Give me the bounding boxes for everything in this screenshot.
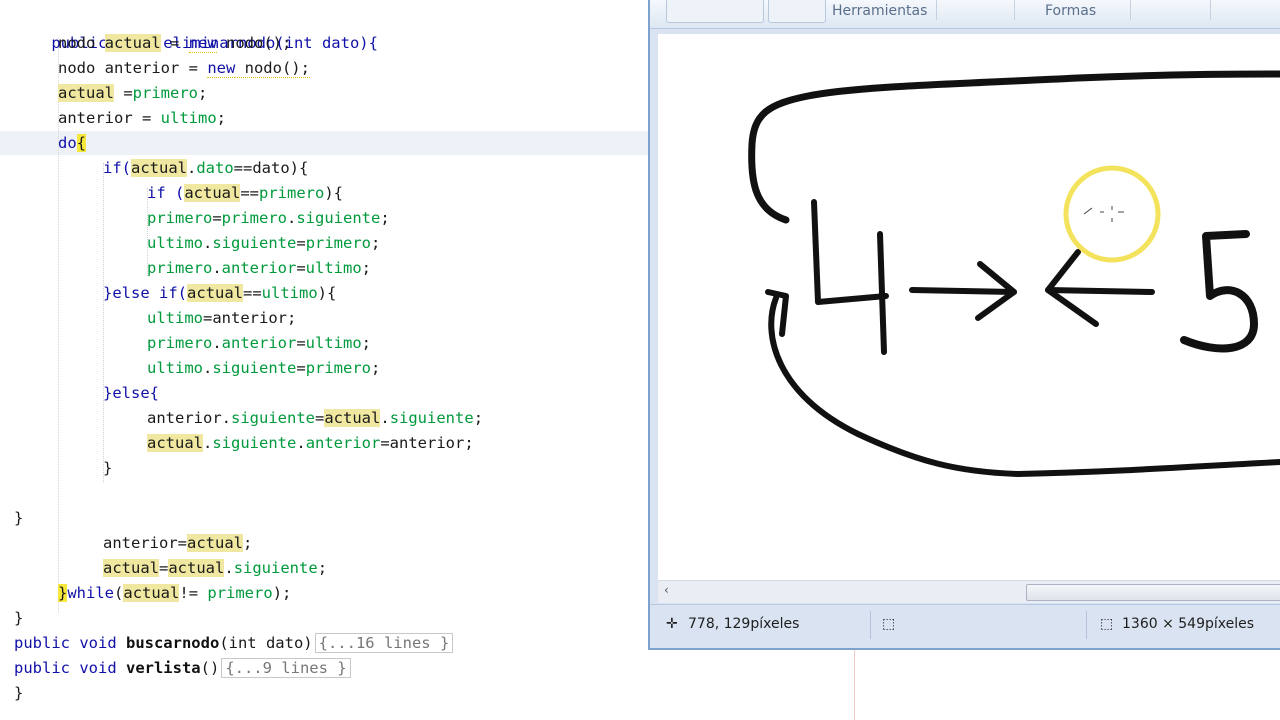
fold-marker[interactable]: {...16 lines } <box>314 633 454 653</box>
ribbon-button[interactable] <box>666 0 764 23</box>
code-line[interactable]: primero.anterior=ultimo; <box>147 331 371 356</box>
cursor-position: 778, 129píxeles <box>688 616 800 632</box>
code-line[interactable]: } <box>14 681 23 706</box>
ribbon-group-tools: Herramientas <box>832 3 928 19</box>
ribbon-button[interactable] <box>768 0 826 23</box>
left-arrow <box>1045 287 1155 295</box>
code-line[interactable]: actual =primero; <box>58 81 207 106</box>
code-line[interactable]: nodo anterior = new nodo(); <box>58 56 310 81</box>
code-line[interactable]: anterior=actual; <box>103 531 252 556</box>
code-line[interactable]: anterior = ultimo; <box>58 106 226 131</box>
code-line[interactable]: } <box>14 506 23 531</box>
code-line[interactable]: ultimo=anterior; <box>147 306 296 331</box>
code-line[interactable]: ultimo.siguiente=primero; <box>147 231 380 256</box>
loop-arrow-stroke <box>768 295 1280 477</box>
right-arrow <box>909 287 1017 295</box>
current-line-highlight <box>0 131 648 155</box>
ribbon-separator <box>1210 0 1211 20</box>
loop-arrow-stroke <box>748 70 1280 224</box>
crosshair-cursor-icon <box>1083 206 1124 222</box>
image-size: 1360 × 549píxeles <box>1122 616 1255 632</box>
ribbon-group-shapes: Formas <box>1045 3 1097 19</box>
code-line[interactable]: }while(actual!= primero); <box>58 581 291 606</box>
code-line[interactable]: primero.anterior=ultimo; <box>147 256 371 281</box>
code-line[interactable]: }else{ <box>103 381 159 406</box>
status-separator <box>870 611 871 639</box>
code-line[interactable]: }else if(actual==ultimo){ <box>103 281 336 306</box>
code-line[interactable]: actual=actual.siguiente; <box>103 556 327 581</box>
ribbon-separator <box>1130 0 1131 20</box>
code-line[interactable]: public void buscarnodo(int dato) {...16 l… <box>14 631 454 656</box>
selection-size-icon: ⬚ <box>882 616 896 632</box>
ribbon-separator <box>936 0 937 20</box>
paint-canvas[interactable] <box>658 34 1280 580</box>
code-line[interactable]: if (actual==primero){ <box>147 181 343 206</box>
code-line[interactable]: anterior.siguiente=actual.siguiente; <box>147 406 483 431</box>
paint-window: Herramientas Formas ‹ ✛ 778, 129píxeles … <box>648 0 1280 650</box>
horizontal-scrollbar[interactable]: ‹ <box>658 580 1280 603</box>
ribbon-separator <box>1014 0 1015 20</box>
code-line[interactable]: public void verlista() {...9 lines } <box>14 656 351 681</box>
code-line[interactable]: actual.siguiente.anterior=anterior; <box>147 431 474 456</box>
digit-four <box>877 231 887 355</box>
status-separator <box>1086 611 1087 639</box>
code-editor[interactable]: public void eliminarnodo(int dato){ publ… <box>0 0 648 720</box>
code-line[interactable]: } <box>14 606 23 631</box>
background-guide-line <box>854 650 855 720</box>
code-line-current[interactable]: do{ <box>58 131 87 156</box>
digit-five <box>1180 230 1258 353</box>
image-size-icon: ⬚ <box>1100 616 1114 632</box>
code-line[interactable]: public void eliminarnodo(int dato){ <box>14 6 378 52</box>
code-line[interactable]: primero=primero.siguiente; <box>147 206 390 231</box>
code-line[interactable]: ultimo.siguiente=primero; <box>147 356 380 381</box>
code-line[interactable]: nodo actual = new nodo(); <box>58 31 291 56</box>
code-line[interactable]: if(actual.dato==dato){ <box>103 156 308 181</box>
status-bar: ✛ 778, 129píxeles ⬚ ⬚ 1360 × 549píxeles <box>650 604 1280 645</box>
hand-drawing <box>748 70 1280 477</box>
digit-four <box>811 199 889 305</box>
indent-guide <box>103 163 104 483</box>
scroll-thumb[interactable] <box>1026 584 1280 601</box>
ribbon: Herramientas Formas <box>650 0 1280 29</box>
fold-marker[interactable]: {...9 lines } <box>221 658 351 678</box>
code-line[interactable]: } <box>103 456 112 481</box>
move-cursor-icon: ✛ <box>666 616 678 632</box>
cursor-highlight <box>1063 165 1161 263</box>
scroll-left-icon[interactable]: ‹ <box>664 583 669 597</box>
